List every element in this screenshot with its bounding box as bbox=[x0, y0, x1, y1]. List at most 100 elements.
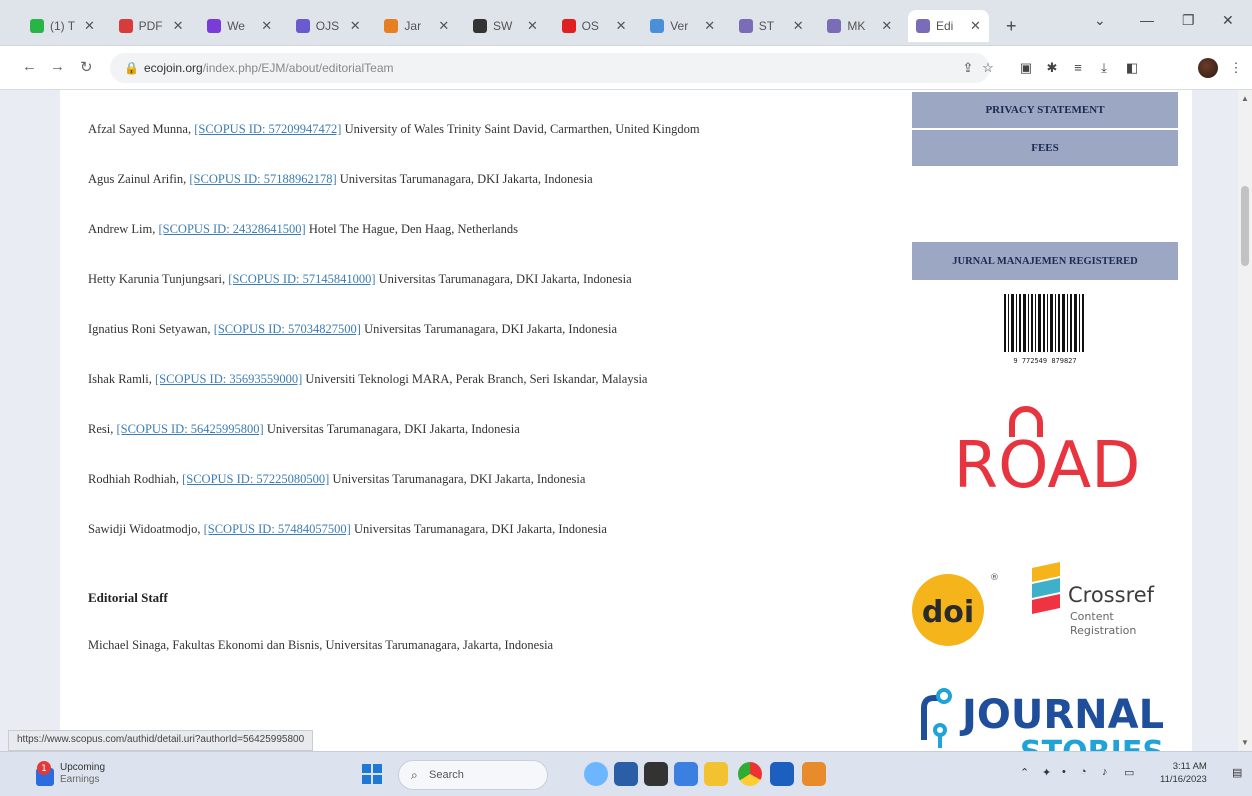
road-logo[interactable]: ROAD bbox=[942, 395, 1152, 505]
menu-icon[interactable]: ⋮ bbox=[1228, 60, 1244, 76]
camera-app-icon[interactable] bbox=[644, 762, 668, 786]
svg-text:STORIES: STORIES bbox=[1020, 735, 1164, 751]
reload-icon[interactable]: ↻ bbox=[80, 58, 93, 76]
journal-stories-logo[interactable]: JOURNAL STORIES bbox=[912, 682, 1180, 751]
browser-tab[interactable]: MK ✕ bbox=[819, 10, 900, 42]
profile-avatar[interactable] bbox=[1198, 58, 1218, 78]
pin-icon[interactable]: ✱ bbox=[1044, 60, 1060, 76]
weather-widget-text[interactable]: Upcoming Earnings bbox=[60, 762, 105, 786]
url-text: ecojoin.org/index.php/EJM/about/editoria… bbox=[144, 61, 394, 75]
editorial-staff-heading: Editorial Staff bbox=[88, 590, 168, 605]
scrollbar-thumb[interactable] bbox=[1241, 186, 1249, 266]
back-icon[interactable]: ← bbox=[22, 58, 37, 75]
scopus-id-link[interactable]: [SCOPUS ID: 57034827500] bbox=[214, 322, 361, 336]
tab-search-icon[interactable]: ⌄ bbox=[1094, 12, 1106, 29]
tab-close-icon[interactable]: ✕ bbox=[350, 18, 361, 34]
tab-close-icon[interactable]: ✕ bbox=[881, 18, 892, 34]
scopus-id-link[interactable]: [SCOPUS ID: 57188962178] bbox=[189, 172, 336, 186]
scopus-id-link[interactable]: [SCOPUS ID: 57209947472] bbox=[194, 122, 341, 136]
tab-favicon-icon bbox=[561, 19, 576, 33]
taskbar-search[interactable]: ⌕ Search bbox=[398, 760, 548, 790]
svg-text:ROAD: ROAD bbox=[954, 429, 1141, 503]
tab-label: SW bbox=[493, 19, 513, 33]
svg-text:®: ® bbox=[990, 573, 999, 583]
browser-tab[interactable]: OJS ✕ bbox=[288, 10, 369, 42]
battery-icon[interactable]: ▭ bbox=[1124, 766, 1134, 779]
tab-label: MK bbox=[847, 19, 866, 33]
minimize-button[interactable]: — bbox=[1140, 12, 1154, 28]
file-explorer-icon[interactable] bbox=[704, 762, 728, 786]
tab-close-icon[interactable]: ✕ bbox=[527, 18, 538, 34]
powerpoint-icon[interactable] bbox=[802, 762, 826, 786]
reading-list-icon[interactable]: ≡ bbox=[1070, 60, 1086, 76]
browser-tab[interactable]: Edi ✕ bbox=[908, 10, 989, 42]
tab-favicon-icon bbox=[738, 19, 753, 33]
scroll-up-icon[interactable]: ▲ bbox=[1241, 94, 1249, 103]
browser-tab[interactable]: Jar ✕ bbox=[376, 10, 457, 42]
volume-icon[interactable]: ♪ bbox=[1102, 766, 1108, 778]
scopus-id-link[interactable]: [SCOPUS ID: 35693559000] bbox=[155, 372, 302, 386]
page-scrollbar[interactable]: ▲ ▼ bbox=[1238, 90, 1252, 751]
tab-close-icon[interactable]: ✕ bbox=[84, 18, 95, 34]
bookmark-star-icon[interactable]: ☆ bbox=[980, 60, 996, 76]
scroll-down-icon[interactable]: ▼ bbox=[1241, 738, 1249, 747]
forward-icon[interactable]: → bbox=[50, 58, 65, 75]
extension-icon[interactable]: ▣ bbox=[1018, 60, 1034, 76]
weather-widget-icon[interactable]: 1 bbox=[32, 760, 62, 790]
notification-icon[interactable]: ▤ bbox=[1232, 766, 1242, 779]
browser-tab[interactable]: SW ✕ bbox=[465, 10, 546, 42]
fees-button[interactable]: FEES bbox=[912, 130, 1178, 166]
member-affiliation: Universitas Tarumanagara, DKI Jakarta, I… bbox=[266, 422, 520, 436]
tab-close-icon[interactable]: ✕ bbox=[616, 18, 627, 34]
browser-tab[interactable]: We ✕ bbox=[199, 10, 280, 42]
tab-label: Jar bbox=[404, 19, 422, 33]
privacy-statement-button[interactable]: PRIVACY STATEMENT bbox=[912, 92, 1178, 128]
page-content: Editorial Staff Michael Sinaga, Fakultas… bbox=[60, 90, 1192, 751]
download-icon[interactable]: ⤓ bbox=[1096, 60, 1112, 76]
new-tab-button[interactable]: + bbox=[1006, 16, 1017, 37]
svg-text:JOURNAL: JOURNAL bbox=[959, 692, 1164, 738]
member-affiliation: Hotel The Hague, Den Haag, Netherlands bbox=[308, 222, 518, 236]
scopus-id-link[interactable]: [SCOPUS ID: 57145841000] bbox=[228, 272, 375, 286]
teams-chat-icon[interactable] bbox=[674, 762, 698, 786]
taskbar-clock[interactable]: 3:11 AM 11/16/2023 bbox=[1160, 760, 1207, 786]
scopus-id-link[interactable]: [SCOPUS ID: 56425995800] bbox=[116, 422, 263, 436]
tray-app-icon[interactable]: ✦ bbox=[1042, 766, 1051, 779]
tab-label: Ver bbox=[670, 19, 689, 33]
tab-close-icon[interactable]: ✕ bbox=[704, 18, 715, 34]
wifi-icon[interactable]: ◔ bbox=[1080, 766, 1087, 778]
tab-close-icon[interactable]: ✕ bbox=[970, 18, 981, 34]
browser-tab[interactable]: Ver ✕ bbox=[642, 10, 723, 42]
people-app-icon[interactable] bbox=[614, 762, 638, 786]
tab-close-icon[interactable]: ✕ bbox=[438, 18, 449, 34]
share-icon[interactable]: ⇪ bbox=[960, 60, 976, 76]
tab-favicon-icon bbox=[916, 19, 930, 33]
tab-close-icon[interactable]: ✕ bbox=[173, 18, 184, 34]
side-panel-icon[interactable]: ◧ bbox=[1124, 60, 1140, 76]
browser-tab[interactable]: PDF ✕ bbox=[111, 10, 192, 42]
member-name: Andrew Lim, bbox=[88, 222, 156, 236]
chrome-icon[interactable] bbox=[738, 762, 762, 786]
scopus-id-link[interactable]: [SCOPUS ID: 57484057500] bbox=[204, 522, 351, 536]
tab-close-icon[interactable]: ✕ bbox=[793, 18, 804, 34]
editorial-member-row: Afzal Sayed Munna, [SCOPUS ID: 572099474… bbox=[88, 122, 700, 137]
doi-crossref-logo[interactable]: doi ® Crossref Content Registration bbox=[912, 558, 1180, 668]
browser-tab[interactable]: OS ✕ bbox=[554, 10, 635, 42]
windows-start-icon[interactable] bbox=[362, 764, 382, 784]
tab-favicon-icon bbox=[295, 19, 310, 33]
member-name: Sawidji Widoatmodjo, bbox=[88, 522, 201, 536]
browser-tab[interactable]: ST ✕ bbox=[731, 10, 812, 42]
scopus-id-link[interactable]: [SCOPUS ID: 57225080500] bbox=[182, 472, 329, 486]
tab-close-icon[interactable]: ✕ bbox=[261, 18, 272, 34]
member-affiliation: Universitas Tarumanagara, DKI Jakarta, I… bbox=[353, 522, 607, 536]
scopus-id-link[interactable]: [SCOPUS ID: 24328641500] bbox=[158, 222, 305, 236]
outlook-icon[interactable] bbox=[770, 762, 794, 786]
tray-overflow-icon[interactable]: ⌃ bbox=[1020, 766, 1029, 779]
copilot-icon[interactable] bbox=[584, 762, 608, 786]
tab-label: ST bbox=[758, 19, 775, 33]
maximize-button[interactable]: ❐ bbox=[1182, 12, 1195, 29]
member-affiliation: University of Wales Trinity Saint David,… bbox=[344, 122, 700, 136]
browser-tab[interactable]: (1) T ✕ bbox=[22, 10, 103, 42]
address-bar[interactable]: 🔒 ecojoin.org/index.php/EJM/about/editor… bbox=[110, 53, 990, 83]
close-window-button[interactable]: ✕ bbox=[1222, 12, 1234, 29]
